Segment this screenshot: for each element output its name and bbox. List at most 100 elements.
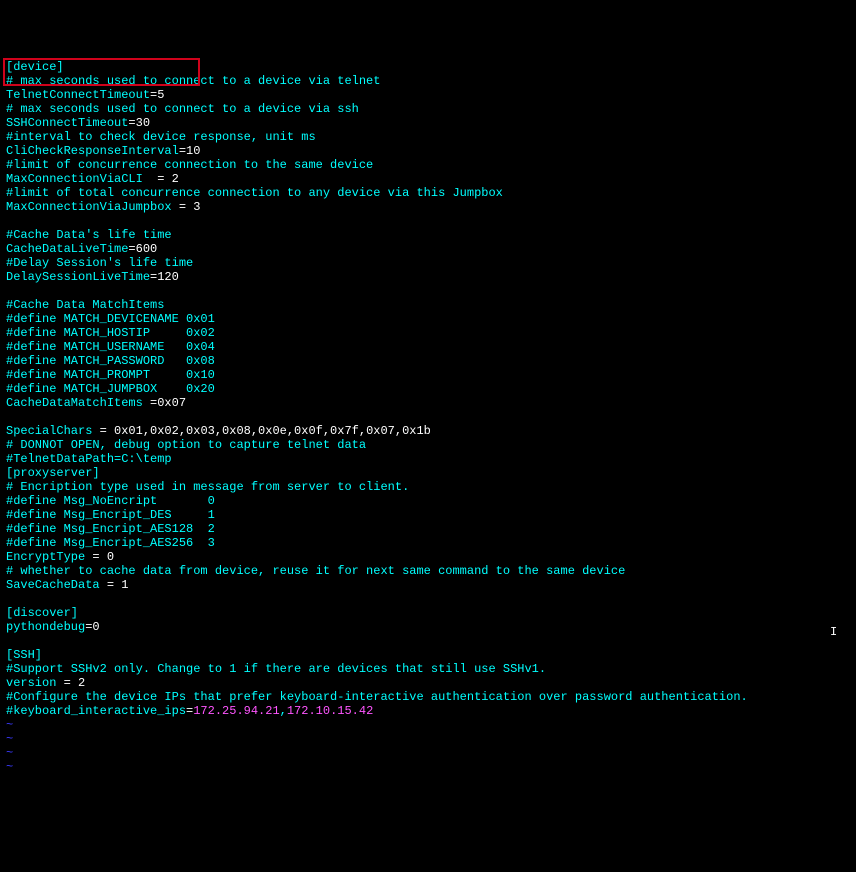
terminal-line: CacheDataMatchItems =0x07: [6, 396, 850, 410]
terminal-line: ~: [6, 732, 850, 746]
text-segment: # whether to cache data from device, reu…: [6, 564, 625, 578]
terminal-line: SpecialChars = 0x01,0x02,0x03,0x08,0x0e,…: [6, 424, 850, 438]
terminal-line: [device]: [6, 60, 850, 74]
text-segment: =0: [85, 620, 99, 634]
text-segment: [proxyserver]: [6, 466, 100, 480]
text-segment: ,: [280, 704, 287, 718]
text-segment: TelnetConnectTimeout: [6, 88, 150, 102]
terminal-line: [discover]: [6, 606, 850, 620]
text-segment: #define Msg_Encript_AES256 3: [6, 536, 215, 550]
text-segment: #limit of concurrence connection to the …: [6, 158, 373, 172]
text-segment: #define MATCH_PROMPT 0x10: [6, 368, 215, 382]
terminal-line: TelnetConnectTimeout=5: [6, 88, 850, 102]
text-segment: ~: [6, 746, 13, 760]
terminal-line: #limit of total concurrence connection t…: [6, 186, 850, 200]
terminal-output[interactable]: [device]# max seconds used to connect to…: [6, 60, 850, 774]
text-segment: #define MATCH_JUMPBOX 0x20: [6, 382, 215, 396]
terminal-line: #Delay Session's life time: [6, 256, 850, 270]
terminal-line: [6, 284, 850, 298]
text-segment: ~: [6, 718, 13, 732]
text-segment: #define MATCH_HOSTIP 0x02: [6, 326, 215, 340]
terminal-line: MaxConnectionViaCLI = 2: [6, 172, 850, 186]
terminal-line: # max seconds used to connect to a devic…: [6, 102, 850, 116]
text-segment: =10: [179, 144, 201, 158]
text-segment: [6, 214, 13, 228]
text-segment: EncryptType: [6, 550, 85, 564]
text-segment: # max seconds used to connect to a devic…: [6, 102, 359, 116]
terminal-line: version = 2: [6, 676, 850, 690]
terminal-line: # DONNOT OPEN, debug option to capture t…: [6, 438, 850, 452]
terminal-line: [6, 214, 850, 228]
text-segment: #define Msg_Encript_DES 1: [6, 508, 215, 522]
terminal-line: ~: [6, 718, 850, 732]
text-segment: =600: [128, 242, 157, 256]
text-segment: DelaySessionLiveTime: [6, 270, 150, 284]
text-segment: pythondebug: [6, 620, 85, 634]
text-segment: #Support SSHv2 only. Change to 1 if ther…: [6, 662, 546, 676]
text-segment: #define Msg_Encript_AES128 2: [6, 522, 215, 536]
terminal-line: [6, 592, 850, 606]
terminal-line: #define MATCH_DEVICENAME 0x01: [6, 312, 850, 326]
text-segment: CacheDataLiveTime: [6, 242, 128, 256]
text-segment: SSHConnectTimeout: [6, 116, 128, 130]
terminal-line: [proxyserver]: [6, 466, 850, 480]
text-segment: ~: [6, 760, 13, 774]
terminal-line: #define Msg_NoEncript 0: [6, 494, 850, 508]
text-segment: MaxConnectionViaCLI: [6, 172, 143, 186]
text-segment: #Configure the device IPs that prefer ke…: [6, 690, 748, 704]
text-segment: # max seconds used to connect to a devic…: [6, 74, 380, 88]
text-segment: #interval to check device response, unit…: [6, 130, 316, 144]
text-segment: =5: [150, 88, 164, 102]
terminal-line: [SSH]: [6, 648, 850, 662]
text-segment: SaveCacheData: [6, 578, 100, 592]
text-segment: # DONNOT OPEN, debug option to capture t…: [6, 438, 366, 452]
text-segment: = 2: [143, 172, 179, 186]
text-segment: MaxConnectionViaJumpbox: [6, 200, 172, 214]
terminal-line: ~: [6, 746, 850, 760]
terminal-line: MaxConnectionViaJumpbox = 3: [6, 200, 850, 214]
terminal-line: #define MATCH_PASSWORD 0x08: [6, 354, 850, 368]
terminal-line: #TelnetDataPath=C:\temp: [6, 452, 850, 466]
text-segment: # Encription type used in message from s…: [6, 480, 409, 494]
text-cursor: I: [830, 625, 837, 639]
text-segment: ~: [6, 732, 13, 746]
terminal-line: #define MATCH_HOSTIP 0x02: [6, 326, 850, 340]
text-segment: [SSH]: [6, 648, 42, 662]
text-segment: version: [6, 676, 56, 690]
terminal-line: # whether to cache data from device, reu…: [6, 564, 850, 578]
text-segment: 172.25.94.21: [193, 704, 279, 718]
terminal-line: ~: [6, 760, 850, 774]
text-segment: = 0x01,0x02,0x03,0x08,0x0e,0x0f,0x7f,0x0…: [92, 424, 430, 438]
text-segment: #keyboard_interactive_ips: [6, 704, 186, 718]
terminal-line: SSHConnectTimeout=30: [6, 116, 850, 130]
text-segment: #Cache Data MatchItems: [6, 298, 164, 312]
text-segment: #define MATCH_DEVICENAME 0x01: [6, 312, 215, 326]
terminal-line: CliCheckResponseInterval=10: [6, 144, 850, 158]
text-segment: [discover]: [6, 606, 78, 620]
text-segment: CacheDataMatchItems: [6, 396, 143, 410]
terminal-line: pythondebug=0: [6, 620, 850, 634]
terminal-line: #define MATCH_PROMPT 0x10: [6, 368, 850, 382]
text-segment: #define MATCH_PASSWORD 0x08: [6, 354, 215, 368]
terminal-line: # Encription type used in message from s…: [6, 480, 850, 494]
terminal-line: CacheDataLiveTime=600: [6, 242, 850, 256]
text-segment: #define Msg_NoEncript 0: [6, 494, 215, 508]
terminal-line: #keyboard_interactive_ips=172.25.94.21,1…: [6, 704, 850, 718]
terminal-line: #Configure the device IPs that prefer ke…: [6, 690, 850, 704]
terminal-line: #Support SSHv2 only. Change to 1 if ther…: [6, 662, 850, 676]
terminal-line: #define MATCH_JUMPBOX 0x20: [6, 382, 850, 396]
terminal-line: # max seconds used to connect to a devic…: [6, 74, 850, 88]
text-segment: = 3: [172, 200, 201, 214]
terminal-line: #Cache Data's life time: [6, 228, 850, 242]
text-segment: #TelnetDataPath=C:\temp: [6, 452, 172, 466]
text-segment: [6, 634, 13, 648]
text-segment: [6, 284, 13, 298]
terminal-line: #define Msg_Encript_AES128 2: [6, 522, 850, 536]
text-segment: =120: [150, 270, 179, 284]
text-segment: 172.10.15.42: [287, 704, 373, 718]
terminal-line: #define MATCH_USERNAME 0x04: [6, 340, 850, 354]
terminal-line: #interval to check device response, unit…: [6, 130, 850, 144]
text-segment: = 2: [56, 676, 85, 690]
text-segment: #Cache Data's life time: [6, 228, 172, 242]
text-segment: =30: [128, 116, 150, 130]
